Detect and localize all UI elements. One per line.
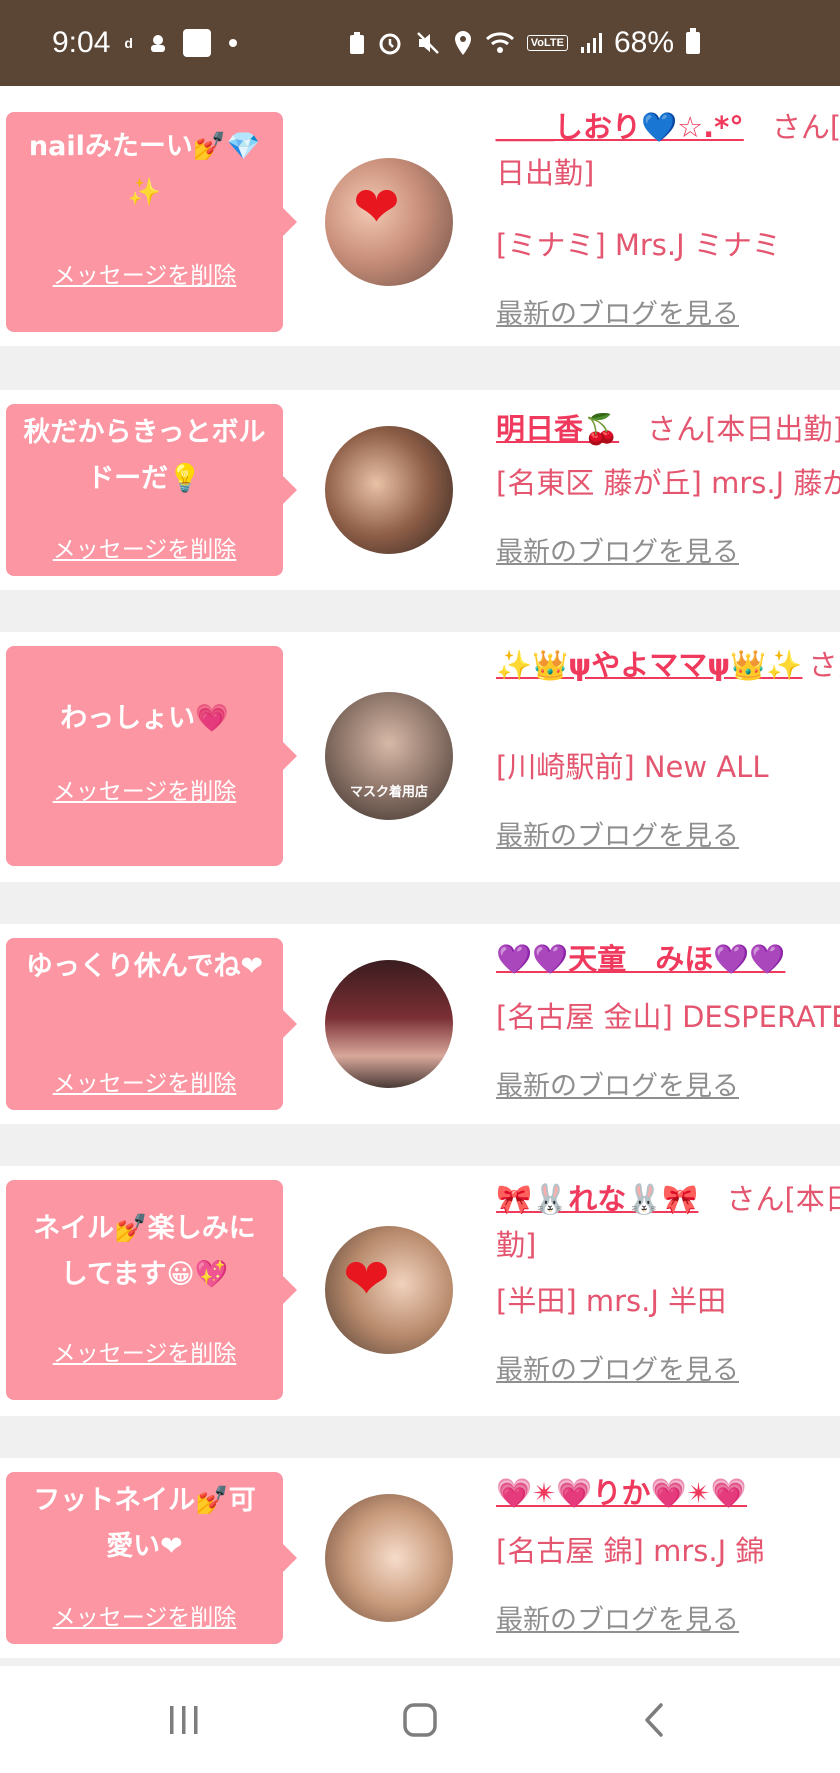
navigation-bar <box>0 1666 840 1773</box>
back-icon <box>645 1702 663 1737</box>
girl-name-link[interactable]: 明日香🍒 <box>496 412 619 446</box>
shop-name: [名古屋 錦] mrs.J 錦 <box>496 1534 765 1568</box>
message-text: ゆっくり休んでね❤ <box>25 951 264 982</box>
app-icon <box>147 32 169 54</box>
name-line: ✨👑ψやよママψ👑✨さん <box>496 642 840 688</box>
home-button[interactable] <box>360 1666 480 1773</box>
girl-name-link[interactable]: 💜💜天童 みほ💜💜 <box>496 942 785 976</box>
blog-link[interactable]: 最新のブログを見る <box>496 1598 739 1637</box>
shop-name: [半田] mrs.J 半田 <box>496 1284 727 1318</box>
delete-message-link[interactable]: メッセージを削除 <box>6 530 283 564</box>
heart-icon: ❤ <box>343 1247 390 1312</box>
message-bubble: 秋だからきっとボルドーだ💡 メッセージを削除 <box>6 404 297 576</box>
girl-name-link[interactable]: 💗✴💗りか💗✴💗 <box>496 1476 747 1510</box>
recent-apps-icon <box>170 1705 198 1734</box>
delete-message-link[interactable]: メッセージを削除 <box>6 772 283 806</box>
name-suffix: さん[本日出勤] <box>647 412 840 446</box>
message-text: フットネイル💅可愛い❤ <box>33 1485 256 1562</box>
message-text: 秋だからきっとボルドーだ💡 <box>23 417 266 494</box>
avatar-caption: マスク着用店 <box>349 785 428 800</box>
shop-name: [川崎駅前] New ALL <box>496 750 769 784</box>
avatar[interactable]: ❤ <box>325 1226 453 1354</box>
avatar[interactable] <box>325 1494 453 1622</box>
docomo-icon: d <box>124 35 133 51</box>
message-text: nailみたーい💅💎✨ <box>28 131 261 208</box>
message-bubble: フットネイル💅可愛い❤ メッセージを削除 <box>6 1472 297 1644</box>
avatar[interactable] <box>325 426 453 554</box>
recycle-icon <box>349 31 365 55</box>
list-item: nailみたーい💅💎✨ メッセージを削除 ❤ ＿＿しおり💙☆.*°さん[本日出勤… <box>0 86 840 346</box>
wifi-icon <box>485 31 515 55</box>
list-item: ネイル💅楽しみにしてます😀💖 メッセージを削除 ❤ 🎀🐰れな🐰🎀さん[本日出勤]… <box>0 1166 840 1416</box>
message-bubble: nailみたーい💅💎✨ メッセージを削除 <box>6 112 297 332</box>
message-bubble: ゆっくり休んでね❤ メッセージを削除 <box>6 938 297 1110</box>
volte-icon: VoLTE <box>526 35 568 51</box>
status-time: 9:04 <box>52 26 111 59</box>
blog-link[interactable]: 最新のブログを見る <box>496 292 739 331</box>
heart-icon: ❤ <box>353 175 400 240</box>
blog-link[interactable]: 最新のブログを見る <box>496 1064 739 1103</box>
battery-percent: 68% <box>613 26 674 59</box>
message-text: わっしょい💗 <box>60 703 229 734</box>
back-button[interactable] <box>594 1666 714 1773</box>
shop-name: [名東区 藤が丘] mrs.J 藤が丘 <box>496 466 840 500</box>
name-line: 明日香🍒 さん[本日出勤] <box>496 406 840 452</box>
recent-apps-button[interactable] <box>124 1666 244 1773</box>
mute-icon <box>415 30 441 56</box>
delete-message-link[interactable]: メッセージを削除 <box>6 256 283 290</box>
delete-message-link[interactable]: メッセージを削除 <box>6 1598 283 1632</box>
girl-name-link[interactable]: ✨👑ψやよママψ👑✨ <box>496 648 802 682</box>
name-line: 🎀🐰れな🐰🎀さん[本日出勤] <box>496 1176 840 1268</box>
location-icon <box>453 30 473 56</box>
name-line: 💗✴💗りか💗✴💗 <box>496 1470 840 1516</box>
list-item: 秋だからきっとボルドーだ💡 メッセージを削除 明日香🍒 さん[本日出勤] [名東区… <box>0 390 840 590</box>
status-bar: 9:04 d VoLTE 68% <box>0 0 840 86</box>
message-text: ネイル💅楽しみにしてます😀💖 <box>33 1213 256 1290</box>
shop-name: [名古屋 金山] DESPERATE <box>496 1000 840 1034</box>
notification-dot-icon <box>228 39 237 47</box>
message-list: nailみたーい💅💎✨ メッセージを削除 ❤ ＿＿しおり💙☆.*°さん[本日出勤… <box>0 86 840 1666</box>
avatar[interactable]: ❤ <box>325 158 453 286</box>
name-suffix: さん <box>808 648 840 682</box>
alarm-icon <box>377 30 403 56</box>
list-item: ゆっくり休んでね❤ メッセージを削除 💜💜天童 みほ💜💜 [名古屋 金山] DE… <box>0 924 840 1124</box>
blog-link[interactable]: 最新のブログを見る <box>496 814 739 853</box>
list-item: わっしょい💗 メッセージを削除 マスク着用店 ✨👑ψやよママψ👑✨さん [川崎駅… <box>0 632 840 882</box>
shop-name: [ミナミ] Mrs.J ミナミ <box>496 228 781 262</box>
name-line: 💜💜天童 みほ💜💜 <box>496 936 840 982</box>
girl-name-link[interactable]: ＿＿しおり💙☆.*° <box>496 110 744 144</box>
delete-message-link[interactable]: メッセージを削除 <box>6 1064 283 1098</box>
home-icon <box>403 1702 437 1737</box>
blog-link[interactable]: 最新のブログを見る <box>496 1348 739 1387</box>
signal-icon <box>580 32 602 54</box>
delete-message-link[interactable]: メッセージを削除 <box>6 1334 283 1368</box>
blog-link[interactable]: 最新のブログを見る <box>496 530 739 569</box>
name-line: ＿＿しおり💙☆.*°さん[本日出勤] <box>496 104 840 196</box>
message-bubble: わっしょい💗 メッセージを削除 <box>6 646 297 866</box>
avatar[interactable] <box>325 960 453 1088</box>
girl-name-link[interactable]: 🎀🐰れな🐰🎀 <box>496 1182 698 1216</box>
avatar[interactable]: マスク着用店 <box>325 692 453 820</box>
koromoya-badge-icon <box>182 29 211 57</box>
battery-icon <box>686 28 700 54</box>
list-item: フットネイル💅可愛い❤ メッセージを削除 💗✴💗りか💗✴💗 [名古屋 錦] mr… <box>0 1458 840 1658</box>
message-bubble: ネイル💅楽しみにしてます😀💖 メッセージを削除 <box>6 1180 297 1400</box>
